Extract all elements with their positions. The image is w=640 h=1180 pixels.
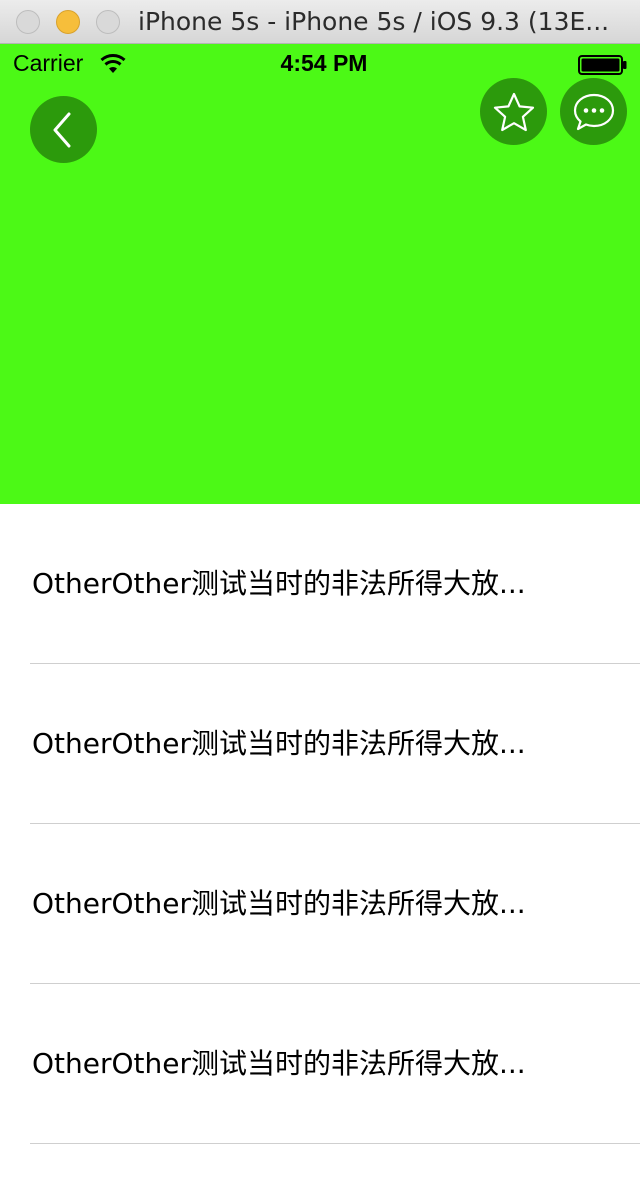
favorite-button[interactable] (480, 78, 547, 145)
content-list: OtherOther测试当时的非法所得大放... OtherOther测试当时的… (0, 504, 640, 1144)
back-button[interactable] (30, 96, 97, 163)
window-zoom-button[interactable] (96, 10, 120, 34)
battery-icon (578, 55, 628, 75)
back-icon (49, 111, 79, 149)
list-item-title: OtherOther测试当时的非法所得大放... (32, 887, 526, 920)
comment-button[interactable] (560, 78, 627, 145)
list-item-title: OtherOther测试当时的非法所得大放... (32, 567, 526, 600)
window-titlebar: iPhone 5s - iPhone 5s / iOS 9.3 (13E... (0, 0, 640, 44)
comment-icon (572, 91, 616, 133)
star-icon (492, 91, 536, 133)
list-item-title: OtherOther测试当时的非法所得大放... (32, 727, 526, 760)
list-item[interactable]: OtherOther测试当时的非法所得大放... (30, 984, 640, 1144)
window-title: iPhone 5s - iPhone 5s / iOS 9.3 (13E... (138, 7, 610, 36)
status-bar: Carrier 4:54 PM (0, 44, 640, 84)
status-time: 4:54 PM (280, 50, 368, 76)
list-item[interactable]: OtherOther测试当时的非法所得大放... (30, 664, 640, 824)
list-item[interactable]: OtherOther测试当时的非法所得大放... (30, 504, 640, 664)
window-close-button[interactable] (16, 10, 40, 34)
list-item[interactable]: OtherOther测试当时的非法所得大放... (30, 824, 640, 984)
list-item-title: OtherOther测试当时的非法所得大放... (32, 1047, 526, 1080)
simulator-window: iPhone 5s - iPhone 5s / iOS 9.3 (13E... … (0, 0, 640, 1180)
window-minimize-button[interactable] (56, 10, 80, 34)
header-banner: Carrier 4:54 PM (0, 44, 640, 504)
